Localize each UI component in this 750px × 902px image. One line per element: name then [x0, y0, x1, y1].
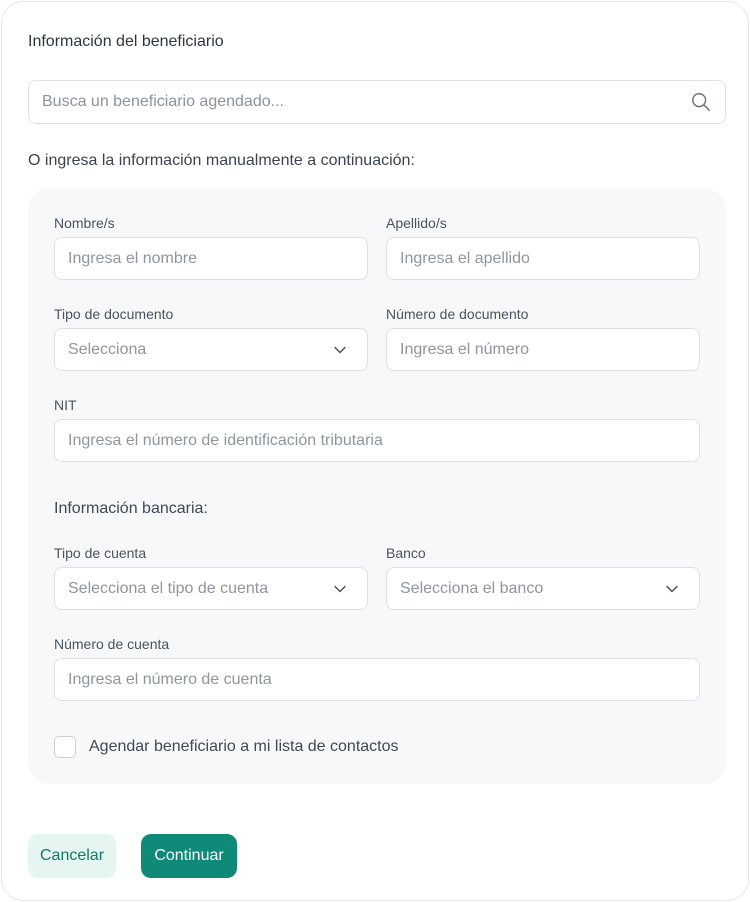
- nit-input[interactable]: [68, 431, 686, 450]
- chevron-down-icon: [334, 585, 346, 592]
- first-name-field[interactable]: [54, 237, 368, 280]
- search-input[interactable]: [42, 93, 682, 111]
- nit-label: NIT: [54, 397, 77, 413]
- doc-type-label: Tipo de documento: [54, 306, 174, 322]
- bank-value: Selecciona el banco: [400, 579, 544, 597]
- last-name-field[interactable]: [386, 237, 700, 280]
- bank-label: Banco: [386, 545, 426, 561]
- bank-select[interactable]: Selecciona el banco: [386, 567, 700, 610]
- chevron-down-icon: [666, 585, 678, 592]
- save-contact-label[interactable]: Agendar beneficiario a mi lista de conta…: [89, 738, 399, 756]
- chevron-down-icon: [334, 346, 346, 353]
- first-name-input[interactable]: [68, 249, 354, 268]
- beneficiary-search[interactable]: [28, 80, 726, 124]
- search-icon[interactable]: [690, 91, 712, 113]
- manual-entry-panel: Nombre/s Apellido/s Tipo de documento Se…: [28, 188, 726, 784]
- manual-entry-prompt: O ingresa la información manualmente a c…: [28, 152, 415, 169]
- account-type-value: Selecciona el tipo de cuenta: [68, 579, 269, 597]
- bank-info-heading: Información bancaria:: [54, 500, 208, 517]
- form-title: Información del beneficiario: [28, 33, 224, 50]
- doc-number-input[interactable]: [400, 340, 686, 359]
- doc-number-label: Número de documento: [386, 306, 529, 322]
- doc-type-select[interactable]: Selecciona: [54, 328, 368, 371]
- last-name-label: Apellido/s: [386, 215, 447, 231]
- account-number-input[interactable]: [68, 670, 686, 689]
- save-contact-checkbox[interactable]: [54, 736, 76, 758]
- continue-button[interactable]: Continuar: [141, 834, 237, 878]
- doc-number-field[interactable]: [386, 328, 700, 371]
- cancel-button[interactable]: Cancelar: [28, 834, 116, 878]
- nit-field[interactable]: [54, 419, 700, 462]
- save-contact-row[interactable]: Agendar beneficiario a mi lista de conta…: [54, 736, 399, 758]
- doc-type-value: Selecciona: [68, 340, 147, 358]
- account-number-field[interactable]: [54, 658, 700, 701]
- account-type-label: Tipo de cuenta: [54, 545, 147, 561]
- beneficiary-form-card: Información del beneficiario O ingresa l…: [1, 1, 749, 901]
- last-name-input[interactable]: [400, 249, 686, 268]
- first-name-label: Nombre/s: [54, 215, 115, 231]
- account-type-select[interactable]: Selecciona el tipo de cuenta: [54, 567, 368, 610]
- account-number-label: Número de cuenta: [54, 636, 170, 652]
